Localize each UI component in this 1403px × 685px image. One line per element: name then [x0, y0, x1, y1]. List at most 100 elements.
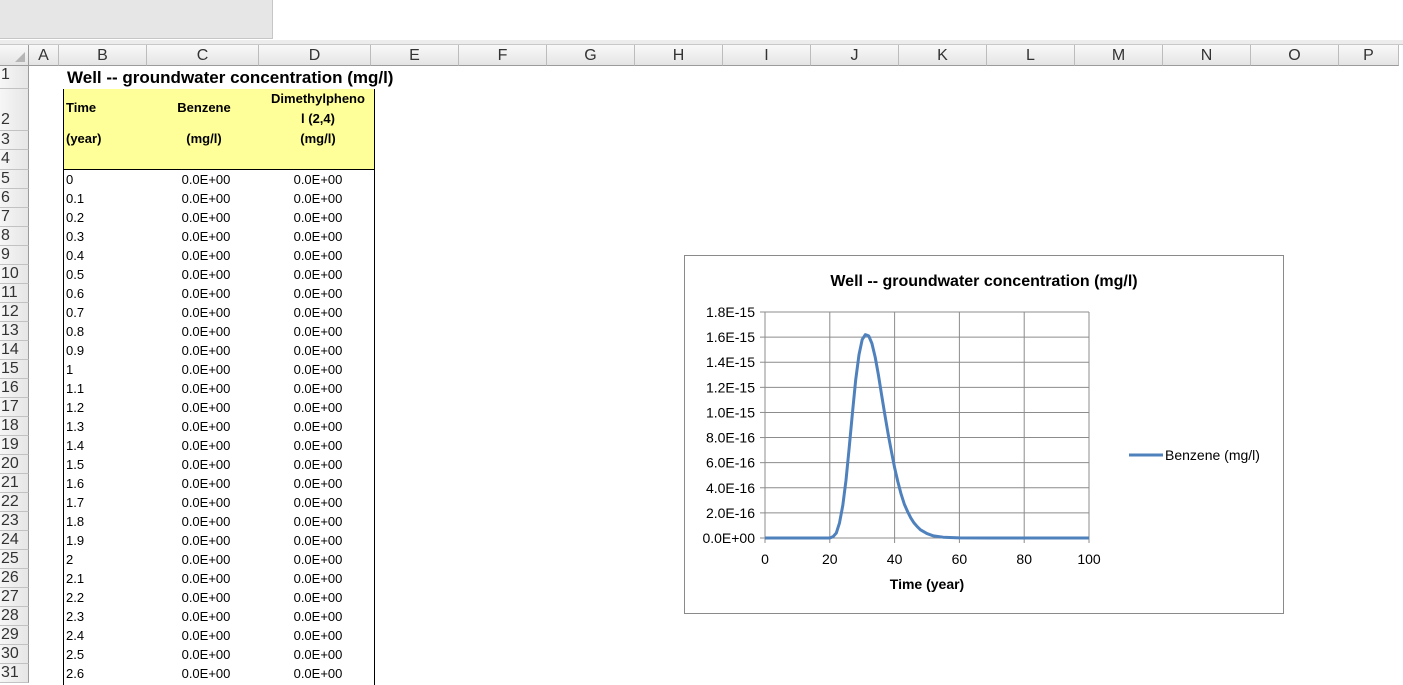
row-header-24[interactable]: 24 [0, 531, 29, 550]
row-header-1[interactable]: 1 [0, 66, 29, 89]
benzene-cell[interactable]: 0.0E+00 [150, 569, 262, 588]
sheet-title-cell[interactable]: Well -- groundwater concentration (mg/l) [67, 67, 393, 89]
column-header-a[interactable]: A [29, 45, 59, 66]
row-header-17[interactable]: 17 [0, 398, 29, 417]
benzene-cell[interactable]: 0.0E+00 [150, 227, 262, 246]
benzene-cell[interactable]: 0.0E+00 [150, 664, 262, 683]
dimethylphenol-cell[interactable]: 0.0E+00 [262, 455, 374, 474]
column-header-b[interactable]: B [59, 45, 147, 66]
dimethylphenol-cell[interactable]: 0.0E+00 [262, 645, 374, 664]
dimethylphenol-cell[interactable]: 0.0E+00 [262, 398, 374, 417]
chart-object[interactable]: Well -- groundwater concentration (mg/l)… [684, 255, 1284, 614]
benzene-cell[interactable]: 0.0E+00 [150, 265, 262, 284]
column-header-i[interactable]: I [723, 45, 811, 66]
time-cell[interactable]: 1 [66, 360, 146, 379]
dimethylphenol-cell[interactable]: 0.0E+00 [262, 170, 374, 189]
time-cell[interactable]: 0.8 [66, 322, 146, 341]
row-header-31[interactable]: 31 [0, 664, 29, 683]
time-cell[interactable]: 0.6 [66, 284, 146, 303]
benzene-cell[interactable]: 0.0E+00 [150, 493, 262, 512]
time-cell[interactable]: 1.7 [66, 493, 146, 512]
column-header-k[interactable]: K [899, 45, 987, 66]
table-header-block[interactable]: Time (year) Benzene (mg/l) Dimethylpheno… [63, 89, 375, 170]
time-cell[interactable]: 0.1 [66, 189, 146, 208]
time-cell[interactable]: 2.2 [66, 588, 146, 607]
time-cell[interactable]: 0.3 [66, 227, 146, 246]
time-cell[interactable]: 0.7 [66, 303, 146, 322]
dimethylphenol-cell[interactable]: 0.0E+00 [262, 189, 374, 208]
row-header-2[interactable]: 2 [0, 89, 29, 131]
dimethylphenol-cell[interactable]: 0.0E+00 [262, 512, 374, 531]
time-cell[interactable]: 2.5 [66, 645, 146, 664]
dimethylphenol-cell[interactable]: 0.0E+00 [262, 227, 374, 246]
row-header-18[interactable]: 18 [0, 417, 29, 436]
benzene-cell[interactable]: 0.0E+00 [150, 588, 262, 607]
row-header-10[interactable]: 10 [0, 265, 29, 284]
time-cell[interactable]: 1.1 [66, 379, 146, 398]
time-cell[interactable]: 0.2 [66, 208, 146, 227]
dimethylphenol-cell[interactable]: 0.0E+00 [262, 664, 374, 683]
column-header-h[interactable]: H [635, 45, 723, 66]
benzene-cell[interactable]: 0.0E+00 [150, 512, 262, 531]
row-header-8[interactable]: 8 [0, 227, 29, 246]
row-header-11[interactable]: 11 [0, 284, 29, 303]
benzene-cell[interactable]: 0.0E+00 [150, 284, 262, 303]
row-header-6[interactable]: 6 [0, 189, 29, 208]
benzene-cell[interactable]: 0.0E+00 [150, 170, 262, 189]
dimethylphenol-cell[interactable]: 0.0E+00 [262, 265, 374, 284]
dimethylphenol-cell[interactable]: 0.0E+00 [262, 626, 374, 645]
benzene-cell[interactable]: 0.0E+00 [150, 645, 262, 664]
column-header-l[interactable]: L [987, 45, 1075, 66]
row-header-13[interactable]: 13 [0, 322, 29, 341]
benzene-cell[interactable]: 0.0E+00 [150, 189, 262, 208]
time-cell[interactable]: 1.5 [66, 455, 146, 474]
column-header-f[interactable]: F [459, 45, 547, 66]
time-cell[interactable]: 2 [66, 550, 146, 569]
column-header-e[interactable]: E [371, 45, 459, 66]
row-header-23[interactable]: 23 [0, 512, 29, 531]
benzene-cell[interactable]: 0.0E+00 [150, 474, 262, 493]
dimethylphenol-cell[interactable]: 0.0E+00 [262, 569, 374, 588]
column-header-j[interactable]: J [811, 45, 899, 66]
row-header-4[interactable]: 4 [0, 150, 29, 170]
column-header-p[interactable]: P [1339, 45, 1399, 66]
dimethylphenol-cell[interactable]: 0.0E+00 [262, 531, 374, 550]
row-header-14[interactable]: 14 [0, 341, 29, 360]
column-header-o[interactable]: O [1251, 45, 1339, 66]
row-header-16[interactable]: 16 [0, 379, 29, 398]
time-cell[interactable]: 1.2 [66, 398, 146, 417]
dimethylphenol-cell[interactable]: 0.0E+00 [262, 474, 374, 493]
dimethylphenol-cell[interactable]: 0.0E+00 [262, 379, 374, 398]
row-header-22[interactable]: 22 [0, 493, 29, 512]
benzene-cell[interactable]: 0.0E+00 [150, 626, 262, 645]
time-cell[interactable]: 0.4 [66, 246, 146, 265]
time-cell[interactable]: 2.1 [66, 569, 146, 588]
name-box[interactable] [0, 0, 273, 39]
time-cell[interactable]: 2.6 [66, 664, 146, 683]
dimethylphenol-cell[interactable]: 0.0E+00 [262, 341, 374, 360]
benzene-cell[interactable]: 0.0E+00 [150, 531, 262, 550]
time-cell[interactable]: 0.9 [66, 341, 146, 360]
time-cell[interactable]: 2.4 [66, 626, 146, 645]
dimethylphenol-cell[interactable]: 0.0E+00 [262, 322, 374, 341]
row-header-26[interactable]: 26 [0, 569, 29, 588]
dimethylphenol-cell[interactable]: 0.0E+00 [262, 208, 374, 227]
benzene-cell[interactable]: 0.0E+00 [150, 379, 262, 398]
dimethylphenol-cell[interactable]: 0.0E+00 [262, 360, 374, 379]
dimethylphenol-cell[interactable]: 0.0E+00 [262, 284, 374, 303]
row-header-7[interactable]: 7 [0, 208, 29, 227]
column-header-d[interactable]: D [259, 45, 371, 66]
row-header-12[interactable]: 12 [0, 303, 29, 322]
dimethylphenol-cell[interactable]: 0.0E+00 [262, 436, 374, 455]
time-cell[interactable]: 0 [66, 170, 146, 189]
row-header-25[interactable]: 25 [0, 550, 29, 569]
time-cell[interactable]: 1.6 [66, 474, 146, 493]
row-header-27[interactable]: 27 [0, 588, 29, 607]
select-all-button[interactable] [0, 45, 29, 66]
benzene-cell[interactable]: 0.0E+00 [150, 246, 262, 265]
benzene-cell[interactable]: 0.0E+00 [150, 417, 262, 436]
dimethylphenol-cell[interactable]: 0.0E+00 [262, 246, 374, 265]
dimethylphenol-cell[interactable]: 0.0E+00 [262, 588, 374, 607]
time-cell[interactable]: 1.8 [66, 512, 146, 531]
benzene-cell[interactable]: 0.0E+00 [150, 607, 262, 626]
